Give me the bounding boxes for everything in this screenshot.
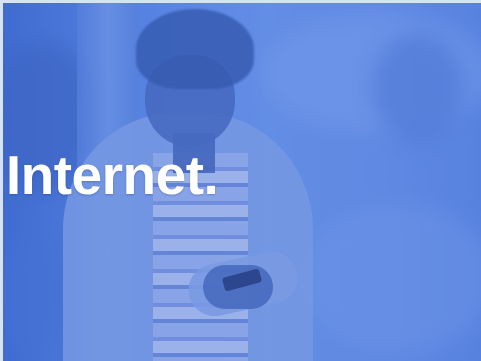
- slide-headline: a Internet.: [3, 144, 219, 206]
- slide-canvas: a Internet.: [0, 0, 481, 361]
